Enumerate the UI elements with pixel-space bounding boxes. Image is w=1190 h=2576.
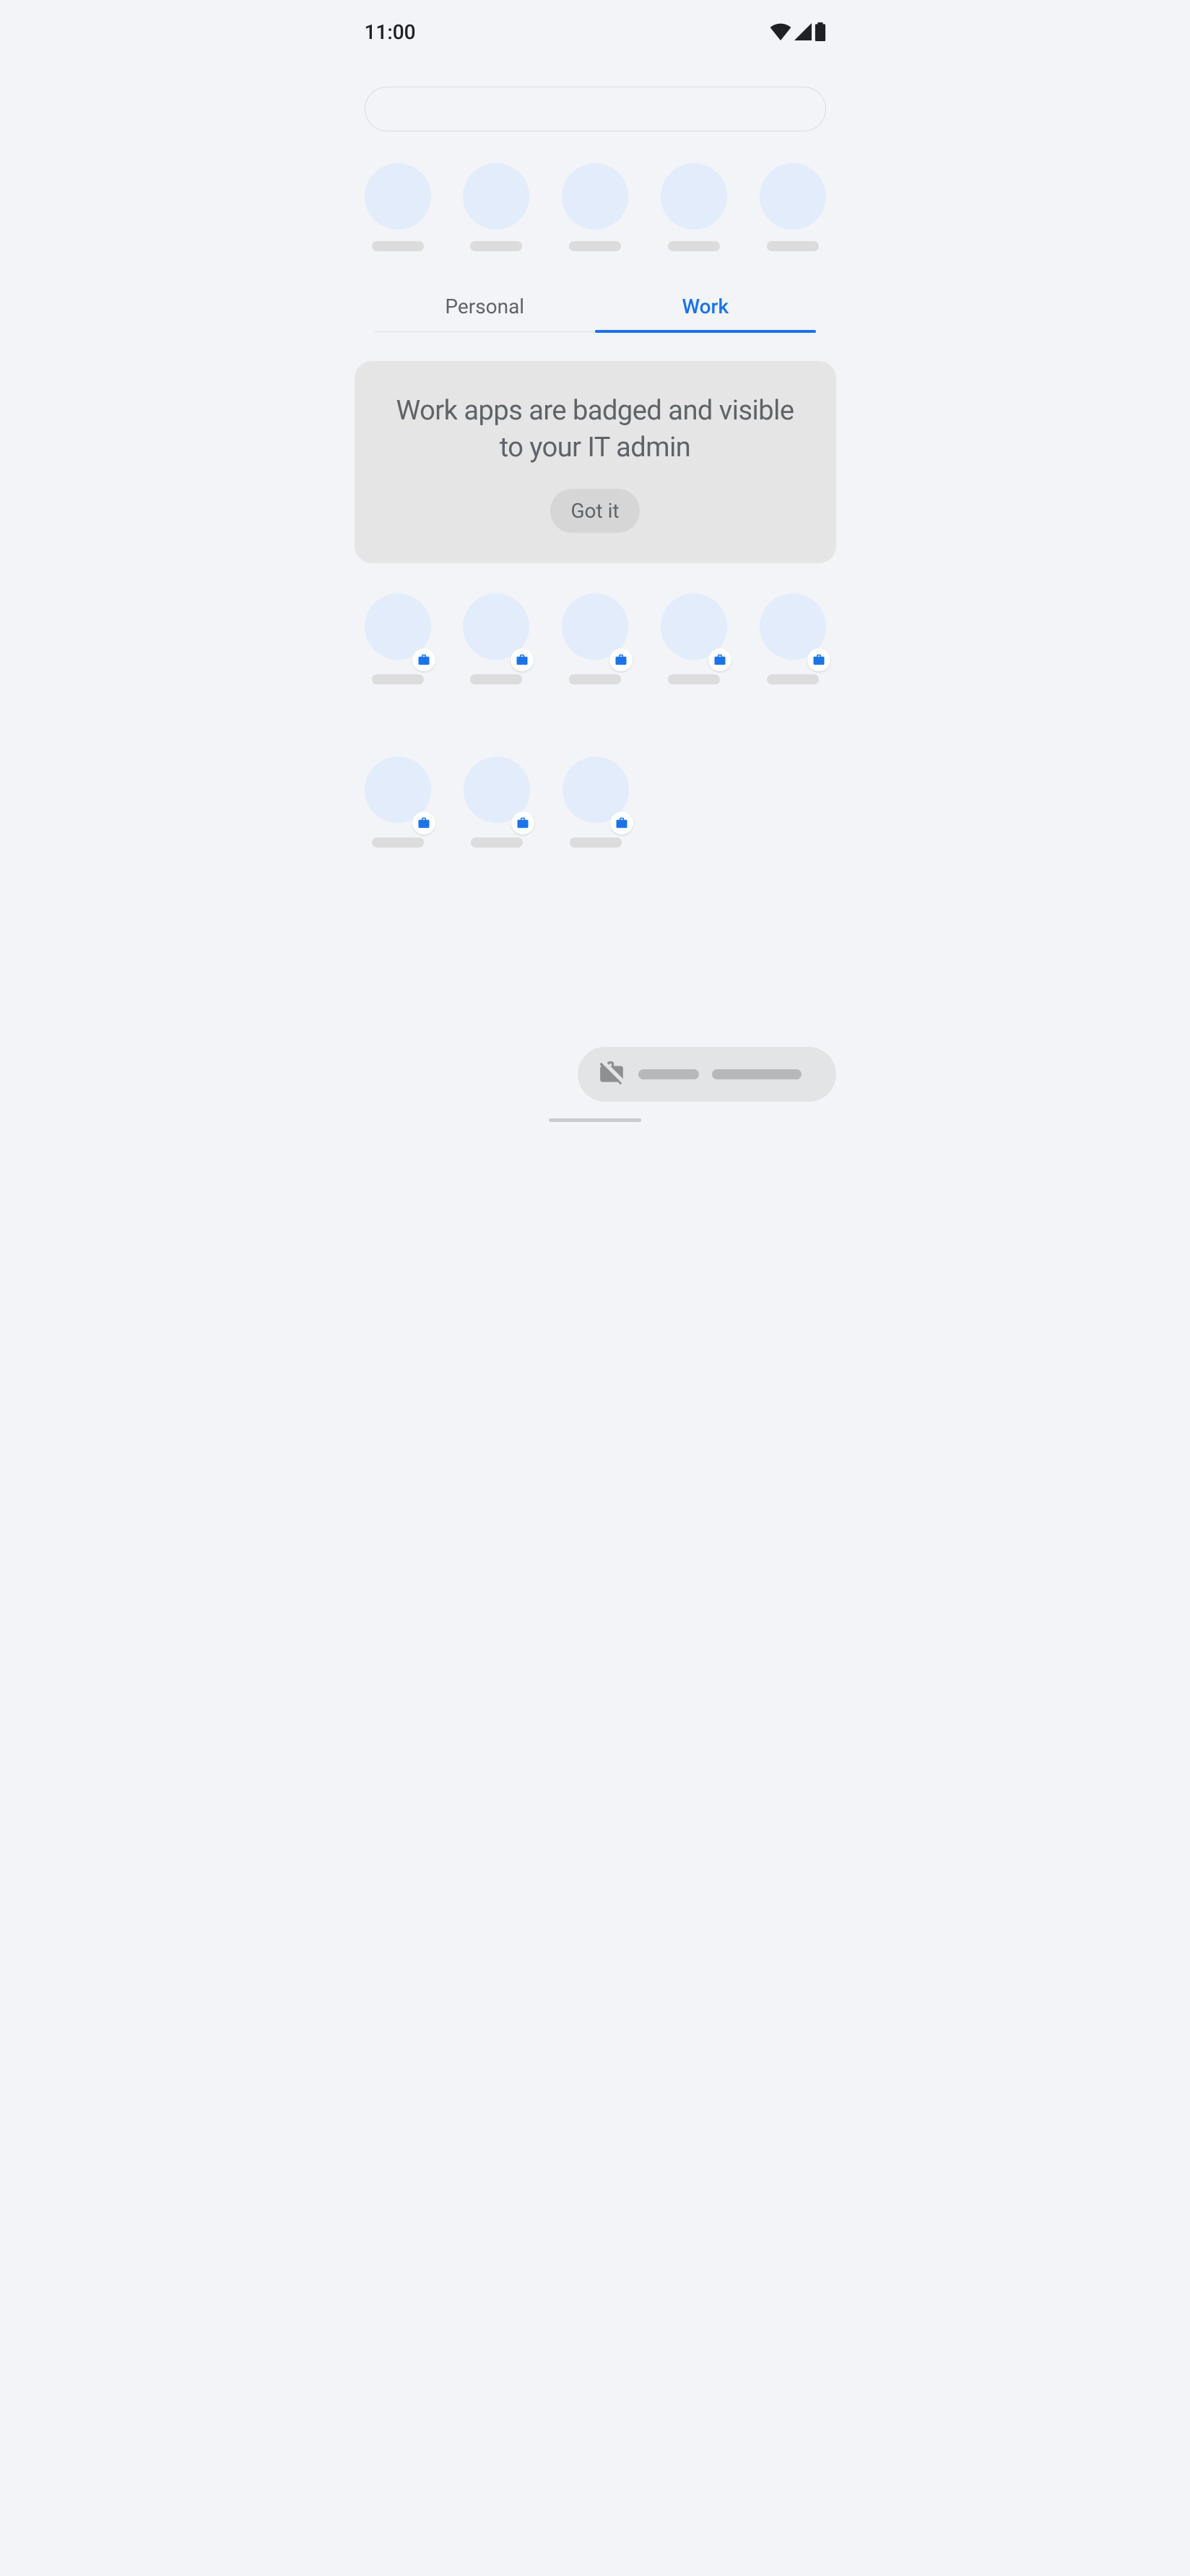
work-profile-toggle-pill[interactable] (578, 1047, 836, 1102)
status-bar: 11:00 (334, 0, 856, 58)
cellular-icon (794, 23, 812, 40)
work-badge-icon (708, 648, 731, 671)
tab-work[interactable]: Work (595, 295, 816, 331)
work-badge-icon (610, 811, 633, 835)
suggestion-row (334, 163, 856, 251)
app-label-placeholder (471, 837, 523, 848)
suggested-app[interactable] (661, 163, 727, 251)
work-app[interactable] (562, 593, 628, 684)
tab-personal[interactable]: Personal (375, 295, 596, 331)
suggested-app[interactable] (463, 163, 529, 251)
work-app[interactable] (463, 593, 529, 684)
app-icon-placeholder (562, 163, 628, 230)
app-label-placeholder (569, 674, 621, 684)
phone-frame: 11:00 Personal Work Work apps are badged… (334, 0, 856, 1129)
work-badge-icon (807, 648, 830, 671)
work-app[interactable] (365, 757, 431, 848)
app-label-placeholder (767, 674, 819, 684)
app-label-placeholder (668, 241, 720, 251)
work-info-text: Work apps are badged and visible to your… (383, 393, 807, 467)
app-label-placeholder (767, 241, 819, 251)
work-off-icon (598, 1059, 625, 1089)
profile-tabs: Personal Work (375, 295, 816, 332)
work-badge-icon (412, 648, 435, 671)
status-icons (770, 22, 826, 41)
app-label-placeholder (372, 674, 424, 684)
work-app[interactable] (760, 593, 826, 684)
work-info-card: Work apps are badged and visible to your… (355, 361, 836, 563)
search-bar[interactable] (365, 87, 826, 131)
suggested-app[interactable] (562, 163, 628, 251)
gesture-handle[interactable] (549, 1118, 641, 1122)
work-badge-icon (412, 811, 435, 835)
blank-region (0, 1129, 1190, 2576)
app-icon-placeholder (661, 163, 727, 230)
work-app[interactable] (661, 593, 727, 684)
wifi-icon (770, 23, 791, 40)
battery-icon (815, 22, 826, 41)
suggested-app[interactable] (365, 163, 431, 251)
app-label-placeholder (470, 241, 522, 251)
work-app[interactable] (563, 757, 629, 848)
app-icon-placeholder (463, 163, 529, 230)
app-label-placeholder (569, 241, 621, 251)
app-label-placeholder (372, 837, 424, 848)
app-icon-placeholder (365, 163, 431, 230)
suggested-app[interactable] (760, 163, 826, 251)
app-label-placeholder (372, 241, 424, 251)
pill-text-placeholder (638, 1069, 699, 1079)
work-badge-icon (511, 648, 534, 671)
app-label-placeholder (668, 674, 720, 684)
work-apps-grid (334, 563, 856, 889)
work-badge-icon (609, 648, 633, 671)
work-badge-icon (511, 811, 534, 835)
app-icon-placeholder (760, 163, 826, 230)
pill-text-placeholder (712, 1069, 802, 1079)
app-label-placeholder (570, 837, 622, 848)
work-app[interactable] (464, 757, 530, 848)
got-it-button[interactable]: Got it (550, 489, 639, 533)
status-time: 11:00 (365, 20, 416, 44)
app-label-placeholder (470, 674, 522, 684)
work-app[interactable] (365, 593, 431, 684)
